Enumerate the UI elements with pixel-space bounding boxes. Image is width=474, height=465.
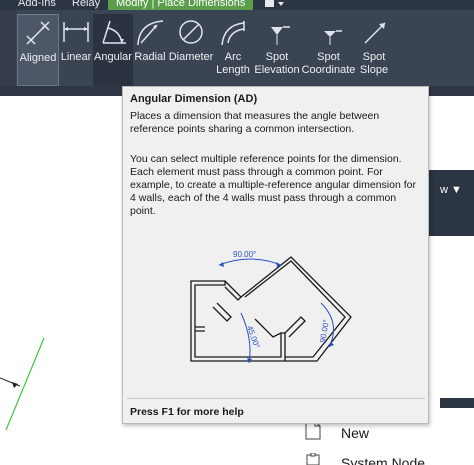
angular-label: Angular [94, 51, 132, 63]
list-item-system-node[interactable]: System Node [305, 452, 426, 465]
arc-length-label: Arc Length [216, 51, 250, 76]
ribbon-left-edge [0, 10, 16, 86]
panel-dropdown-label[interactable]: w ▼ [440, 184, 462, 196]
spot-elevation-button[interactable]: Spot Elevation [254, 14, 300, 86]
spot-coordinate-label: Spot Coordinate [301, 51, 356, 76]
angular-dimension-tooltip: Angular Dimension (AD) Places a dimensio… [122, 86, 429, 424]
spot-elevation-icon [262, 16, 292, 48]
view-dropdown-icon[interactable] [262, 0, 292, 10]
radial-button[interactable]: Radial [134, 14, 166, 86]
angle-label-middle: 45.00° [245, 325, 261, 350]
tooltip-detail: You can select multiple reference points… [130, 153, 416, 217]
spot-slope-label: Spot Slope [359, 51, 389, 76]
aligned-label: Aligned [19, 52, 57, 64]
canvas-drawing[interactable] [0, 300, 60, 465]
tab-relay[interactable]: Relay [72, 0, 100, 10]
diameter-label: Diameter [168, 51, 214, 63]
angle-label-top: 90.00° [233, 250, 256, 259]
spot-slope-button[interactable]: Spot Slope [357, 14, 391, 86]
ribbon-tab-bar: Add-Ins Relay Modify | Place Dimensions [0, 0, 474, 10]
tooltip-description: Places a dimension that measures the ang… [130, 110, 380, 135]
linear-button[interactable]: Linear [60, 14, 92, 86]
arc-length-icon [218, 16, 248, 48]
tab-modify-place-dimensions[interactable]: Modify | Place Dimensions [108, 0, 254, 10]
angular-button[interactable]: Angular [93, 14, 133, 86]
linear-dimension-icon [61, 16, 91, 48]
spot-coordinate-icon [314, 16, 344, 48]
diameter-button[interactable]: Diameter [168, 14, 214, 86]
aligned-button[interactable]: Aligned [17, 14, 59, 86]
tooltip-title: Angular Dimension (AD) [130, 93, 258, 105]
spot-elevation-label: Spot Elevation [254, 51, 300, 76]
spot-slope-icon [359, 16, 389, 48]
aligned-dimension-icon [23, 17, 53, 49]
canvas-green-line[interactable] [5, 337, 45, 431]
arc-length-button[interactable]: Arc Length [216, 14, 250, 86]
ribbon-panel: Aligned Linear Angular Radial Diameter A… [0, 10, 474, 86]
angular-dimension-icon [98, 16, 128, 48]
angular-dimension-illustration: 90.00° 45.00° 90.00° [190, 250, 352, 364]
list-item-label: System Node [341, 454, 426, 465]
tooltip-footer: Press F1 for more help [130, 406, 244, 418]
tooltip-divider [127, 398, 425, 399]
linear-label: Linear [60, 51, 92, 63]
panel-edge [440, 398, 474, 408]
diameter-dimension-icon [176, 16, 206, 48]
radial-dimension-icon [135, 16, 165, 48]
angle-label-right: 90.00° [318, 319, 331, 343]
radial-label: Radial [134, 51, 166, 63]
list-item-label: New [341, 424, 370, 441]
spot-coordinate-button[interactable]: Spot Coordinate [301, 14, 356, 86]
tab-add-ins[interactable]: Add-Ins [18, 0, 56, 10]
system-node-icon [305, 452, 321, 465]
